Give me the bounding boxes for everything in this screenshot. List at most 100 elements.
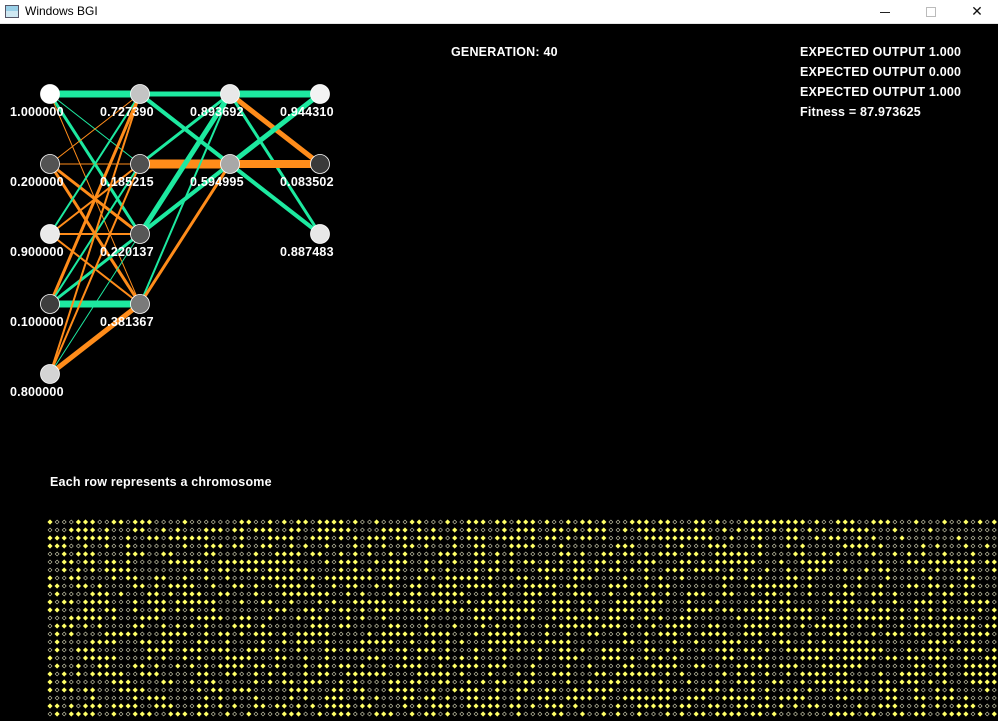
gene-marker [508,631,515,637]
gene-marker [785,663,791,669]
gene-marker [445,551,451,557]
gene-marker [175,551,181,557]
gene-marker [707,535,713,541]
gene-marker [104,591,110,597]
gene-marker [842,639,848,645]
gene-marker [345,591,351,597]
gene-marker [516,711,522,717]
gene-marker [643,543,649,549]
gene-marker [558,639,564,645]
gene-marker [942,615,948,621]
gene-marker [90,671,96,677]
gene-marker [651,639,656,645]
gene-marker [445,655,451,661]
gene-marker [82,687,89,693]
gene-marker [225,527,230,533]
gene-marker [793,567,798,573]
gene-marker [146,695,152,701]
gene-marker [118,655,124,661]
gene-marker [608,527,614,533]
gene-marker [913,535,919,541]
gene-marker [459,551,465,557]
gene-marker [153,703,160,709]
gene-marker [359,631,365,637]
gene-marker [991,647,997,653]
gene-marker [125,567,131,573]
gene-marker [516,671,522,677]
gene-marker [367,663,372,669]
close-button[interactable]: ✕ [954,0,998,24]
gene-marker [125,599,131,605]
gene-marker [551,695,557,701]
gene-marker [516,607,522,613]
gene-marker [83,639,88,645]
gene-marker [516,543,522,549]
gene-marker [587,639,593,645]
gene-marker [260,551,266,557]
gene-marker [487,567,493,573]
gene-marker [757,599,763,605]
gene-marker [267,559,273,565]
gene-marker [210,575,216,581]
chromosome-row [47,647,997,653]
minimize-button[interactable] [862,0,908,24]
gene-marker [906,591,912,597]
gene-marker [721,551,728,557]
gene-marker [672,527,678,533]
gene-marker [395,655,401,661]
gene-marker [778,687,784,693]
gene-marker [132,703,138,709]
gene-marker [871,583,877,589]
gene-marker [359,679,365,685]
gene-marker [487,527,493,533]
gene-marker [743,567,749,573]
gene-marker [68,655,74,661]
gene-marker [601,679,607,685]
gene-marker [161,655,167,661]
gene-marker [672,599,678,605]
gene-marker [281,695,287,701]
gene-marker [700,711,706,717]
gene-marker [672,535,678,541]
maximize-button[interactable] [908,0,954,24]
gene-marker [821,599,827,605]
gene-marker [480,679,486,685]
gene-marker [587,623,593,629]
gene-marker [210,711,216,717]
gene-marker [168,639,174,645]
gene-marker [68,583,74,589]
gene-marker [367,519,372,525]
gene-marker [977,591,983,597]
gene-marker [544,671,550,677]
gene-marker [970,703,976,709]
gene-marker [863,527,870,533]
gene-marker [885,615,891,621]
gene-marker [253,679,259,685]
gene-marker [132,655,138,661]
gene-marker [814,519,820,525]
gene-marker [345,703,351,709]
gene-marker [707,615,713,621]
gene-marker [580,527,585,533]
gene-marker [388,559,394,565]
gene-marker [963,671,969,677]
gene-marker [82,519,89,525]
gene-marker [963,599,969,605]
gene-marker [608,631,614,637]
gene-marker [118,527,124,533]
gene-marker [338,711,344,717]
gene-marker [864,535,869,541]
gene-marker [466,623,472,629]
gene-marker [54,703,60,709]
gene-marker [579,551,586,557]
gene-marker [516,679,522,685]
gene-marker [665,575,671,581]
gene-marker [303,655,309,661]
gene-marker [736,519,742,525]
gene-marker [807,663,813,669]
gene-marker [381,655,387,661]
gene-marker [104,687,110,693]
gene-marker [494,519,500,525]
gene-marker [118,703,124,709]
gene-marker [743,671,749,677]
